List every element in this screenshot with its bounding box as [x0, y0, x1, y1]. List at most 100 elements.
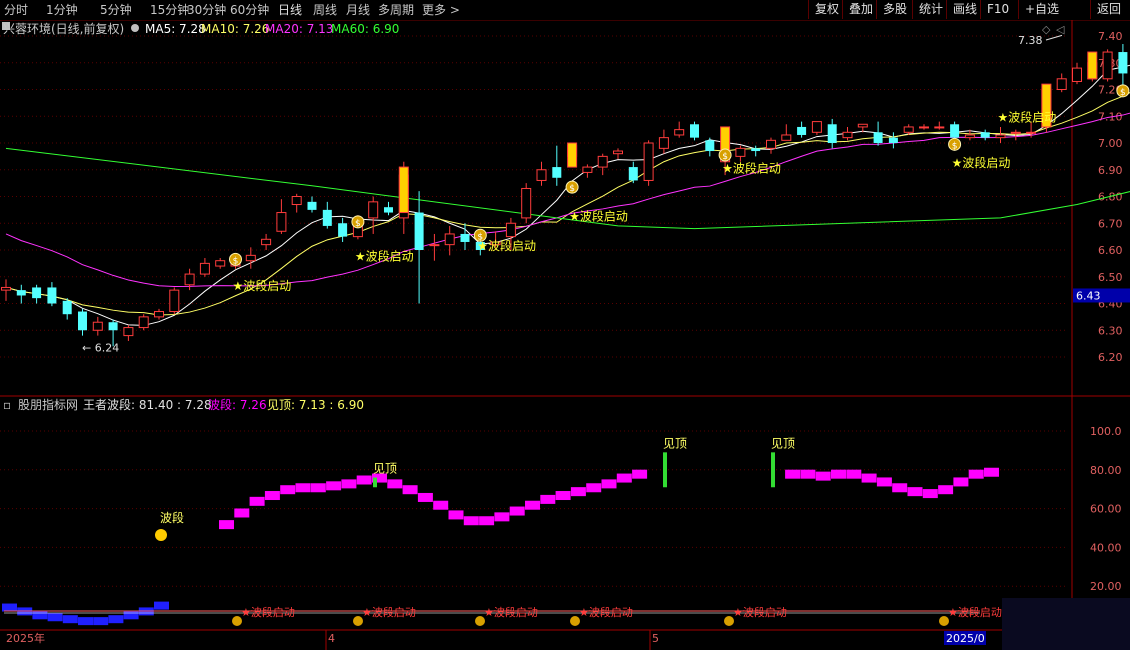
wave-step	[586, 483, 602, 493]
candle-body-down	[47, 287, 57, 304]
wave-step	[540, 494, 556, 504]
candle-body-up	[138, 316, 149, 329]
candle-body-down	[751, 148, 761, 152]
wave-start-label: ★波段启动	[998, 110, 1057, 125]
blue-step	[78, 617, 93, 626]
candle-body-up	[444, 233, 455, 246]
signal-candle	[398, 166, 409, 214]
top-signal-bar	[373, 477, 377, 488]
money-bag-icon-glyph: $	[355, 219, 361, 229]
price-axis-label: 6.60	[1098, 244, 1123, 257]
wave-text: 波段	[160, 510, 184, 525]
price-axis-label: 6.30	[1098, 324, 1123, 337]
candle-body-up	[934, 126, 945, 129]
wave-step	[953, 477, 969, 487]
candle-body-up	[1010, 131, 1021, 134]
bottom-signal-label: ★波段启动	[241, 605, 295, 619]
wave-step	[356, 475, 372, 485]
wave-step	[876, 477, 892, 487]
candle-body-up	[995, 134, 1006, 139]
candle-body-down	[414, 212, 424, 250]
candle-body-down	[108, 322, 118, 331]
diamond-icon: ◇	[1042, 23, 1051, 36]
candle-body-up	[964, 134, 975, 139]
ma5-line	[5, 64, 1130, 326]
wave-step	[326, 481, 342, 491]
candle-body-up	[429, 244, 440, 247]
top-signal-bar	[771, 452, 775, 488]
candle-body-up	[658, 137, 669, 149]
blue-step	[108, 615, 124, 624]
wave-step	[280, 485, 296, 495]
wave-step	[984, 467, 999, 477]
candle-body-up	[766, 139, 776, 149]
signal-candle	[1087, 51, 1098, 80]
money-bag-icon-glyph: $	[569, 184, 575, 194]
date-label-may: 5	[652, 632, 659, 645]
candle-body-up	[245, 254, 256, 262]
wave-step	[463, 516, 479, 526]
wave-step	[310, 483, 326, 493]
candle-body-down	[797, 126, 807, 135]
price-axis-label: 6.50	[1098, 271, 1123, 284]
bottom-signal-label: ★波段启动	[733, 605, 787, 619]
candle-body-up	[1056, 78, 1067, 91]
wave-step	[479, 516, 495, 526]
indicator-axis-label: 80.00	[1090, 464, 1122, 477]
wave-step	[509, 506, 525, 516]
candle-body-up	[903, 126, 914, 133]
wave-step	[555, 491, 571, 501]
candle-body-down	[338, 223, 348, 237]
wave-step	[601, 479, 617, 489]
blue-step	[154, 601, 169, 610]
candle-body-down	[1118, 52, 1128, 74]
indicator-axis-label: 20.00	[1090, 580, 1122, 593]
candle-body-down	[322, 209, 332, 226]
candle-body-up	[1026, 131, 1037, 134]
sad-face-icon	[155, 529, 167, 541]
candle-body-up	[291, 196, 302, 206]
wave-step	[525, 500, 540, 510]
date-label-apr: 4	[328, 632, 335, 645]
money-bag-icon-glyph: $	[233, 256, 239, 266]
candle-body-up	[261, 238, 272, 246]
top-signal-text: 见顶	[663, 436, 687, 450]
candle-body-up	[169, 289, 180, 313]
candle-body-up	[184, 273, 195, 286]
bottom-signal-label: ★波段启动	[579, 605, 633, 619]
candle-body-up	[1072, 67, 1082, 82]
wave-step	[494, 512, 510, 522]
candle-body-up	[919, 126, 929, 129]
wave-start-label: ★波段启动	[952, 155, 1011, 170]
blue-step	[93, 617, 109, 626]
wave-step	[249, 496, 265, 506]
wave-step	[234, 508, 250, 518]
price-axis-label: 6.20	[1098, 351, 1123, 364]
candle-body-up	[276, 212, 287, 232]
ma-legend-1: MA10: 7.26	[201, 22, 269, 36]
price-axis-label: 7.40	[1098, 30, 1123, 43]
candle-body-down	[78, 311, 87, 331]
top-value-label: 见顶: 7.13 : 6.90	[267, 398, 364, 412]
candle-body-up	[674, 129, 685, 136]
wave-step	[846, 469, 862, 479]
candle-body-down	[980, 132, 990, 138]
money-bag-icon-glyph: $	[1120, 88, 1126, 98]
candle-body-up	[857, 123, 868, 128]
indicator-axis-label: 100.0	[1090, 425, 1122, 438]
candle-body-up	[781, 134, 792, 141]
settings-icon[interactable]	[131, 24, 139, 32]
candle-body-up	[842, 131, 853, 139]
candle-body-down	[888, 137, 898, 143]
wave-step	[570, 487, 586, 497]
candle-body-down	[307, 201, 317, 210]
price-axis-label: 6.70	[1098, 217, 1123, 230]
wave-start-label: ★波段启动	[233, 278, 292, 293]
candle-body-down	[873, 132, 883, 143]
top-signal-text: 见顶	[373, 462, 397, 476]
candle-body-up	[811, 121, 822, 133]
candle-body-down	[827, 124, 837, 143]
wave-step	[417, 492, 433, 502]
wave-start-label: ★波段启动	[569, 209, 628, 224]
wave-step	[295, 483, 311, 493]
